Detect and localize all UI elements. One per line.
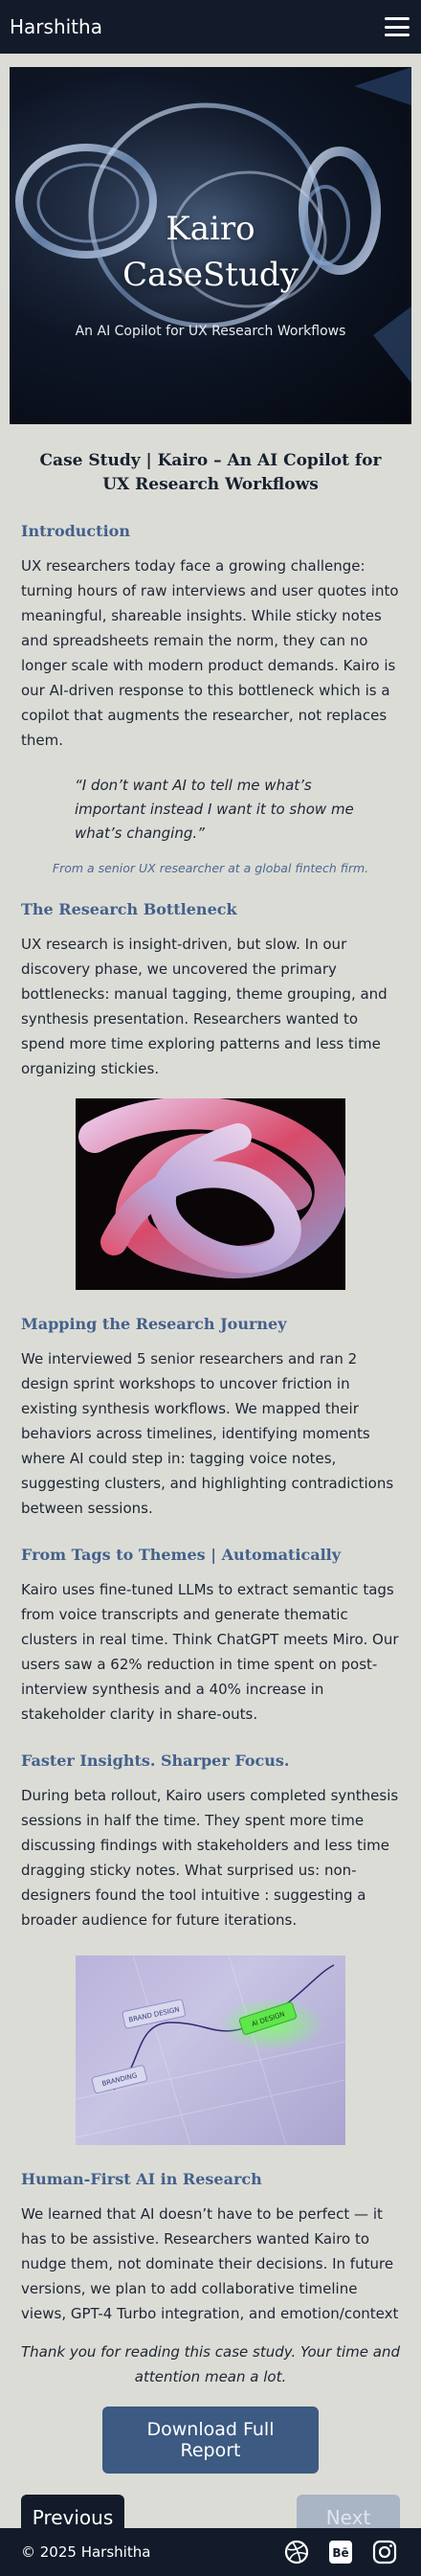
closing-note: Thank you for reading this case study. Y…	[21, 2343, 400, 2385]
labels-art: BRAND DESIGN AI DESIGN BRANDING	[76, 1955, 345, 2145]
hero-title: Kairo CaseStudy	[10, 206, 411, 298]
article-content: Human-First AI in Research We learned th…	[0, 2170, 421, 2389]
heading-introduction: Introduction	[21, 522, 130, 540]
social-links: Bē	[283, 2539, 398, 2565]
bottleneck-paragraph: UX research is insight-driven, but slow.…	[21, 936, 388, 1077]
hamburger-line	[385, 17, 410, 20]
heading-journey: Mapping the Research Journey	[21, 1315, 287, 1333]
intro-paragraph: UX researchers today face a growing chal…	[21, 557, 399, 749]
hamburger-line	[385, 34, 410, 36]
human-paragraph: We learned that AI doesn’t have to be pe…	[21, 2205, 399, 2322]
heading-human-first: Human-First AI in Research	[21, 2170, 262, 2188]
hero-banner: Kairo CaseStudy An AI Copilot for UX Res…	[10, 67, 411, 424]
knot-art	[78, 1098, 345, 1278]
heading-themes: From Tags to Themes | Automatically	[21, 1546, 342, 1564]
download-wrap: Download Full Report	[0, 2407, 421, 2474]
copyright-text: © 2025 Harshitha	[21, 2543, 151, 2561]
quote-source: From a senior UX researcher at a global …	[52, 861, 369, 875]
heading-bottleneck: The Research Bottleneck	[21, 900, 237, 918]
top-nav: Harshitha	[0, 0, 421, 54]
hero-title-line2: CaseStudy	[122, 256, 299, 294]
labels-illustration-image: BRAND DESIGN AI DESIGN BRANDING	[76, 1955, 345, 2145]
article-content: Mapping the Research Journey We intervie…	[0, 1315, 421, 1932]
download-report-button[interactable]: Download Full Report	[102, 2407, 319, 2474]
article-content: The Research Bottleneck UX research is i…	[0, 900, 421, 1081]
dribbble-icon[interactable]	[283, 2539, 310, 2565]
behance-icon[interactable]: Bē	[327, 2539, 354, 2565]
hero-subtitle: An AI Copilot for UX Research Workflows	[75, 324, 346, 339]
themes-paragraph: Kairo uses fine-tuned LLMs to extract se…	[21, 1581, 399, 1723]
page-title: Case Study | Kairo – An AI Copilot for U…	[39, 451, 382, 494]
faster-paragraph: During beta rollout, Kairo users complet…	[21, 1787, 399, 1929]
hero-title-line1: Kairo	[166, 210, 255, 248]
hamburger-line	[385, 25, 410, 29]
pull-quote: “I don’t want AI to tell me what’s impor…	[75, 777, 354, 842]
behance-label: Bē	[332, 2546, 348, 2560]
article-content: Introduction UX researchers today face a…	[0, 522, 421, 753]
hamburger-icon[interactable]	[385, 17, 410, 36]
heading-faster: Faster Insights. Sharper Focus.	[21, 1751, 290, 1770]
abstract-knot-image	[76, 1098, 345, 1290]
brand-name[interactable]: Harshitha	[10, 15, 102, 38]
footer: © 2025 Harshitha Bē	[0, 2528, 421, 2576]
journey-paragraph: We interviewed 5 senior researchers and …	[21, 1350, 394, 1517]
instagram-icon[interactable]	[371, 2539, 398, 2565]
